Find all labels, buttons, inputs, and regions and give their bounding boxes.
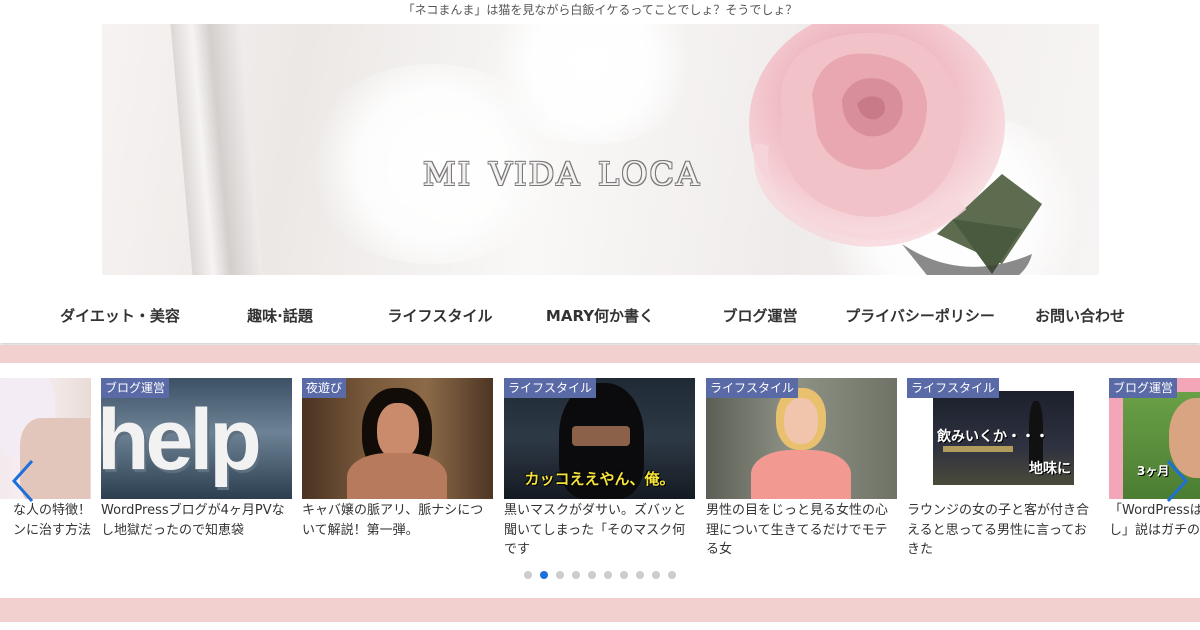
carousel-next-arrow-icon[interactable] — [1162, 458, 1192, 504]
category-badge[interactable]: ブログ運営 — [1109, 378, 1178, 398]
category-badge[interactable]: ライフスタイル — [907, 378, 1000, 398]
category-badge[interactable]: ブログ運営 — [101, 378, 170, 398]
nav-item-blog-management[interactable]: ブログ運営 — [680, 289, 840, 343]
carousel-card[interactable]: help ブログ運営 WordPressブログが4ヶ月PVなし地獄だったので知恵… — [101, 378, 292, 540]
carousel-card[interactable]: 飲みいくか・・・ 地味に ライフスタイル ラウンジの女の子と客が付き合えると思っ… — [907, 378, 1098, 560]
carousel-prev-arrow-icon[interactable] — [8, 458, 38, 504]
carousel-dot[interactable] — [604, 571, 612, 579]
carousel-dot[interactable] — [652, 571, 660, 579]
category-badge[interactable]: ライフスタイル — [504, 378, 597, 398]
thumb-help-text: help — [101, 392, 262, 488]
carousel-dot[interactable] — [572, 571, 580, 579]
pink-band-top — [0, 345, 1200, 363]
window-frame-decoration — [169, 24, 265, 275]
nav-item-diet-beauty[interactable]: ダイエット・美容 — [40, 289, 200, 343]
carousel-dot[interactable] — [588, 571, 596, 579]
card-thumbnail[interactable]: 夜遊び — [302, 378, 493, 499]
site-logo[interactable]: mi vida loca — [382, 142, 742, 196]
thumb-caption-text: 飲みいくか・・・ — [937, 429, 1049, 445]
card-title[interactable]: キャバ嬢の脈アリ、脈ナシについて解説！第一弾。 — [302, 501, 493, 540]
pink-band-bottom — [0, 598, 1200, 622]
site-tagline: 「ネコまんま」は猫を見ながら白飯イケるってことでしょ？そうでしょ？ — [402, 3, 798, 17]
nav-item-contact[interactable]: お問い合わせ — [1000, 289, 1160, 343]
card-title[interactable]: 「WordPressは し」説はガチの — [1109, 501, 1200, 540]
featured-carousel[interactable]: な人の特徴！ ンに治す方法 help ブログ運営 WordPressブログが4ヶ… — [0, 365, 1200, 595]
header-banner[interactable]: mi vida loca — [102, 24, 1099, 275]
category-badge[interactable]: 夜遊び — [302, 378, 347, 398]
category-badge[interactable]: ライフスタイル — [706, 378, 799, 398]
carousel-dot[interactable] — [636, 571, 644, 579]
card-title[interactable]: 黒いマスクがダサい。ズバッと聞いてしまった「そのマスク何です — [504, 501, 695, 560]
card-thumbnail[interactable]: ライフスタイル — [706, 378, 897, 499]
card-title[interactable]: 男性の目をじっと見る女性の心理について生きてるだけでモテる女 — [706, 501, 897, 560]
nav-item-hobby-topics[interactable]: 趣味·話題 — [200, 289, 360, 343]
nav-item-mary-writes[interactable]: MARY何か書く — [520, 289, 680, 343]
thumb-caption-text-2: 地味に — [1029, 461, 1071, 477]
carousel-dot-active[interactable] — [540, 571, 548, 579]
global-nav: ダイエット・美容 趣味·話題 ライフスタイル MARY何か書く ブログ運営 プラ… — [0, 289, 1200, 343]
carousel-dot[interactable] — [556, 571, 564, 579]
carousel-card[interactable]: 夜遊び キャバ嬢の脈アリ、脈ナシについて解説！第一弾。 — [302, 378, 493, 540]
card-thumbnail[interactable]: 飲みいくか・・・ 地味に ライフスタイル — [907, 378, 1098, 499]
rose-image — [749, 24, 1042, 275]
carousel-card[interactable]: カッコええやん、俺。 ライフスタイル 黒いマスクがダサい。ズバッと聞いてしまった… — [504, 378, 695, 560]
nav-item-lifestyle[interactable]: ライフスタイル — [360, 289, 520, 343]
card-thumbnail[interactable]: help ブログ運営 — [101, 378, 292, 499]
card-title[interactable]: な人の特徴！ ンに治す方法 — [0, 501, 91, 540]
nav-item-privacy-policy[interactable]: プライバシーポリシー — [840, 289, 1000, 343]
card-title[interactable]: ラウンジの女の子と客が付き合えると思ってる男性に言っておきた — [907, 501, 1098, 560]
carousel-card[interactable]: ライフスタイル 男性の目をじっと見る女性の心理について生きてるだけでモテる女 — [706, 378, 897, 560]
carousel-dot[interactable] — [524, 571, 532, 579]
carousel-dot[interactable] — [620, 571, 628, 579]
card-thumbnail[interactable]: カッコええやん、俺。 ライフスタイル — [504, 378, 695, 499]
carousel-dot[interactable] — [668, 571, 676, 579]
card-title[interactable]: WordPressブログが4ヶ月PVなし地獄だったので知恵袋 — [101, 501, 292, 540]
thumb-caption-text: カッコええやん、俺。 — [524, 470, 675, 488]
